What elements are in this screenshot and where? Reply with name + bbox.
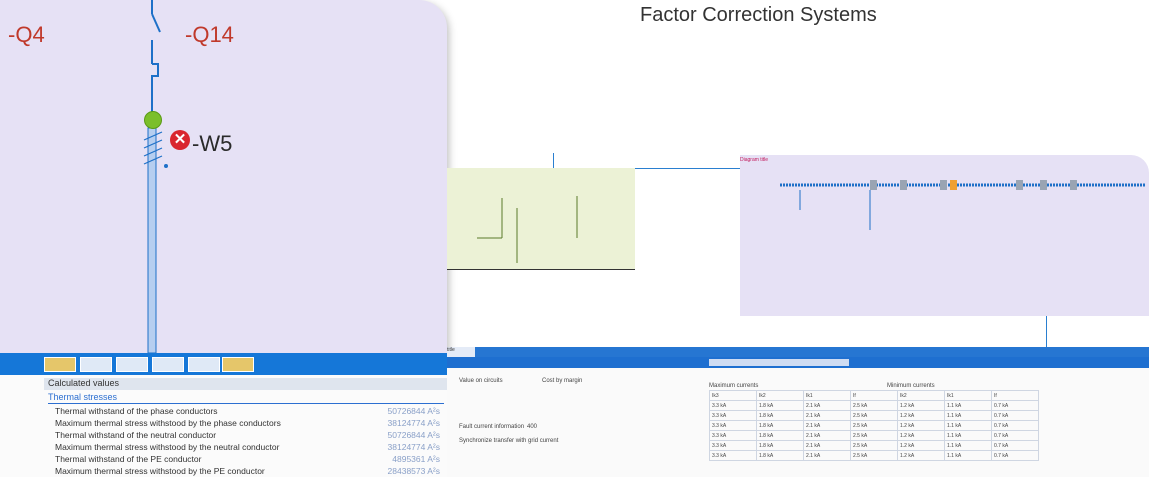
table-row[interactable]: 3.3 kA 1.8 kA 2.1 kA 2.5 kA 1.2 kA 1.1 kA 0.7 … — [709, 450, 1039, 461]
zoomed-diagram-panel: -Q4 -Q14 ✕ -W5 Calculated values Thermal… — [0, 0, 447, 477]
single-line-diagram-panel[interactable]: Diagram title — [740, 155, 1149, 316]
settings-panel: Value on circuits Cost by margin Fault c… — [447, 368, 1149, 477]
min-currents-header: Minimum currents — [887, 383, 935, 389]
diagram-title: Diagram title — [740, 157, 769, 163]
table-row[interactable]: 3.3 kA 1.8 kA 2.1 kA 2.5 kA 1.2 kA 1.1 kA 0.7 … — [709, 410, 1039, 421]
section-title: Thermal stresses — [48, 392, 118, 402]
table-header-row: Ik3 Ik2 Ik1 If Ik2 Ik1 If — [709, 390, 1039, 401]
radio-cost-by-margin[interactable]: Cost by margin — [542, 378, 582, 384]
fault-current-value[interactable]: 400 — [527, 424, 537, 430]
divider — [48, 403, 444, 404]
toolbar-button-5[interactable] — [188, 357, 220, 372]
cable-diagram — [143, 0, 168, 353]
synchronize-checkbox[interactable]: Synchronize transfer with grid current — [459, 438, 558, 444]
table-row[interactable]: 3.3 kA 1.8 kA 2.1 kA 2.5 kA 1.2 kA 1.1 kA 0.7 … — [709, 440, 1039, 451]
column-header: Ik1 — [944, 390, 992, 401]
max-currents-header: Maximum currents — [709, 383, 759, 389]
column-header: If — [991, 390, 1039, 401]
connection-node-icon[interactable] — [144, 111, 162, 129]
toolbar-button-2[interactable] — [80, 357, 112, 372]
radio-value-on-circuits[interactable]: Value on circuits — [459, 378, 503, 384]
calc-row: Thermal withstand of the phase conductor… — [55, 406, 440, 416]
toolbar-button-3[interactable] — [116, 357, 148, 372]
table-row[interactable]: 3.3 kA 1.8 kA 2.1 kA 2.5 kA 1.2 kA 1.1 kA 0.7 … — [709, 430, 1039, 441]
toolbar-buttons[interactable] — [709, 359, 849, 366]
column-header: Ik3 — [709, 390, 757, 401]
connector-line — [553, 153, 554, 168]
error-icon[interactable]: ✕ — [170, 130, 190, 150]
fault-current-label: Fault current information — [459, 424, 525, 430]
calc-row: Maximum thermal stress withstood by the … — [55, 442, 440, 452]
left-toolbar — [0, 353, 447, 375]
calculated-values-box: Calculated values Thermal stresses Therm… — [0, 375, 447, 477]
table-row[interactable]: 3.3 kA 1.8 kA 2.1 kA 2.5 kA 1.2 kA 1.1 kA 0.7 … — [709, 420, 1039, 431]
calc-row: Maximum thermal stress withstood by the … — [55, 466, 440, 476]
calc-row: Thermal withstand of the PE conductor 489… — [55, 454, 440, 464]
toolbar-button-6[interactable] — [222, 357, 254, 372]
page-caption: Factor Correction Systems — [640, 4, 877, 26]
column-header: Ik2 — [756, 390, 804, 401]
currents-table: Ik3 Ik2 Ik1 If Ik2 Ik1 If 3.3 kA 1.8 kA 2.1 kA 2.… — [709, 390, 1039, 461]
schematic-thumbnail[interactable] — [447, 168, 635, 270]
tab-bar: title — [447, 347, 1149, 357]
column-header: If — [850, 390, 898, 401]
label-q4: -Q4 — [8, 22, 45, 47]
calc-row: Maximum thermal stress withstood by the … — [55, 418, 440, 428]
table-row[interactable]: 3.3 kA 1.8 kA 2.1 kA 2.5 kA 1.2 kA 1.1 kA 0.7 … — [709, 400, 1039, 411]
label-w5: -W5 — [192, 131, 233, 156]
column-header: Ik1 — [803, 390, 851, 401]
calc-row: Thermal withstand of the neutral conduct… — [55, 430, 440, 440]
toolbar-button-4[interactable] — [152, 357, 184, 372]
toolbar-button-1[interactable] — [44, 357, 76, 372]
calc-title: Calculated values — [44, 378, 447, 390]
column-header: Ik2 — [897, 390, 945, 401]
tab-title[interactable]: title — [447, 347, 475, 357]
bottom-toolbar — [447, 357, 1149, 368]
